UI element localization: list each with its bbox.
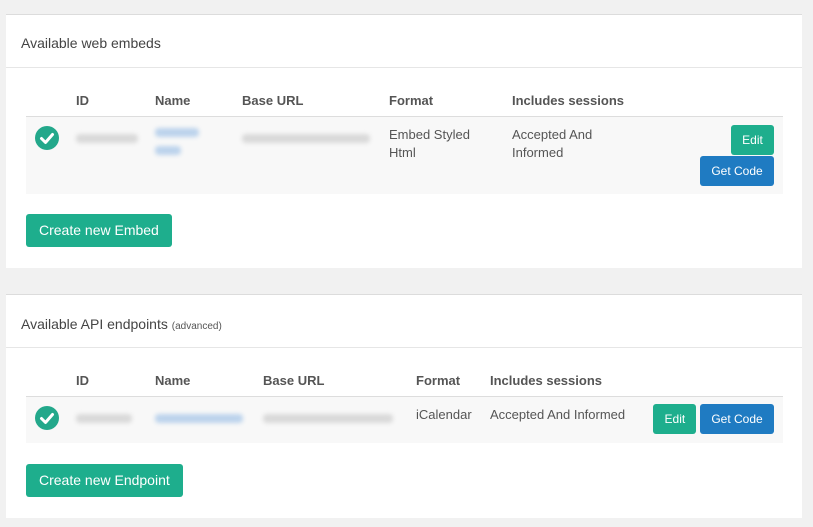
col-header-format: Format <box>416 364 490 397</box>
edit-button[interactable]: Edit <box>653 404 697 434</box>
redacted-base-url <box>263 414 393 423</box>
sessions-line1: Accepted And <box>512 127 593 142</box>
edit-button[interactable]: Edit <box>731 125 774 155</box>
col-header-base-url: Base URL <box>242 84 389 117</box>
check-circle-icon <box>35 126 59 150</box>
api-endpoints-title: Available API endpoints (advanced) <box>21 316 222 332</box>
table-row: Embed Styled Html Accepted And Informed … <box>26 116 783 194</box>
api-endpoints-panel: Available API endpoints (advanced) ID Na… <box>6 294 802 518</box>
api-endpoints-header: Available API endpoints (advanced) <box>6 295 802 348</box>
web-embeds-header: Available web embeds <box>6 15 802 68</box>
web-embeds-panel: Available web embeds ID Name Base URL Fo… <box>6 14 802 268</box>
web-embeds-title: Available web embeds <box>21 35 161 51</box>
create-new-endpoint-button[interactable]: Create new Endpoint <box>26 464 183 497</box>
web-embeds-table: ID Name Base URL Format Includes session… <box>26 84 783 194</box>
create-new-embed-button[interactable]: Create new Embed <box>26 214 172 247</box>
col-header-name: Name <box>155 364 263 397</box>
col-header-format: Format <box>389 84 512 117</box>
redacted-id <box>76 134 138 143</box>
api-endpoints-table: ID Name Base URL Format Includes session… <box>26 364 783 443</box>
web-embeds-header-row: ID Name Base URL Format Includes session… <box>26 84 783 117</box>
sessions-value: Accepted And Informed <box>490 407 626 422</box>
check-circle-icon <box>35 406 59 430</box>
get-code-button[interactable]: Get Code <box>700 404 774 434</box>
format-line1: Embed Styled <box>389 127 470 142</box>
col-header-id: ID <box>76 364 155 397</box>
api-endpoints-header-row: ID Name Base URL Format Includes session… <box>26 364 783 397</box>
redacted-name-link-line2[interactable] <box>155 146 181 155</box>
col-header-name: Name <box>155 84 242 117</box>
col-header-id: ID <box>76 84 155 117</box>
redacted-name-link[interactable] <box>155 414 243 423</box>
sessions-line2: Informed <box>512 145 564 160</box>
redacted-base-url <box>242 134 370 143</box>
redacted-name-link[interactable] <box>155 128 199 137</box>
format-line2: Html <box>389 145 416 160</box>
col-header-sessions: Includes sessions <box>490 364 653 397</box>
redacted-id <box>76 414 132 423</box>
format-value: iCalendar <box>416 407 472 422</box>
col-header-base-url: Base URL <box>263 364 416 397</box>
table-row: iCalendar Accepted And Informed Edit Get… <box>26 396 783 443</box>
col-header-sessions: Includes sessions <box>512 84 692 117</box>
get-code-button[interactable]: Get Code <box>700 156 774 186</box>
api-endpoints-title-note: (advanced) <box>171 321 222 332</box>
api-endpoints-title-text: Available API endpoints <box>21 316 168 332</box>
